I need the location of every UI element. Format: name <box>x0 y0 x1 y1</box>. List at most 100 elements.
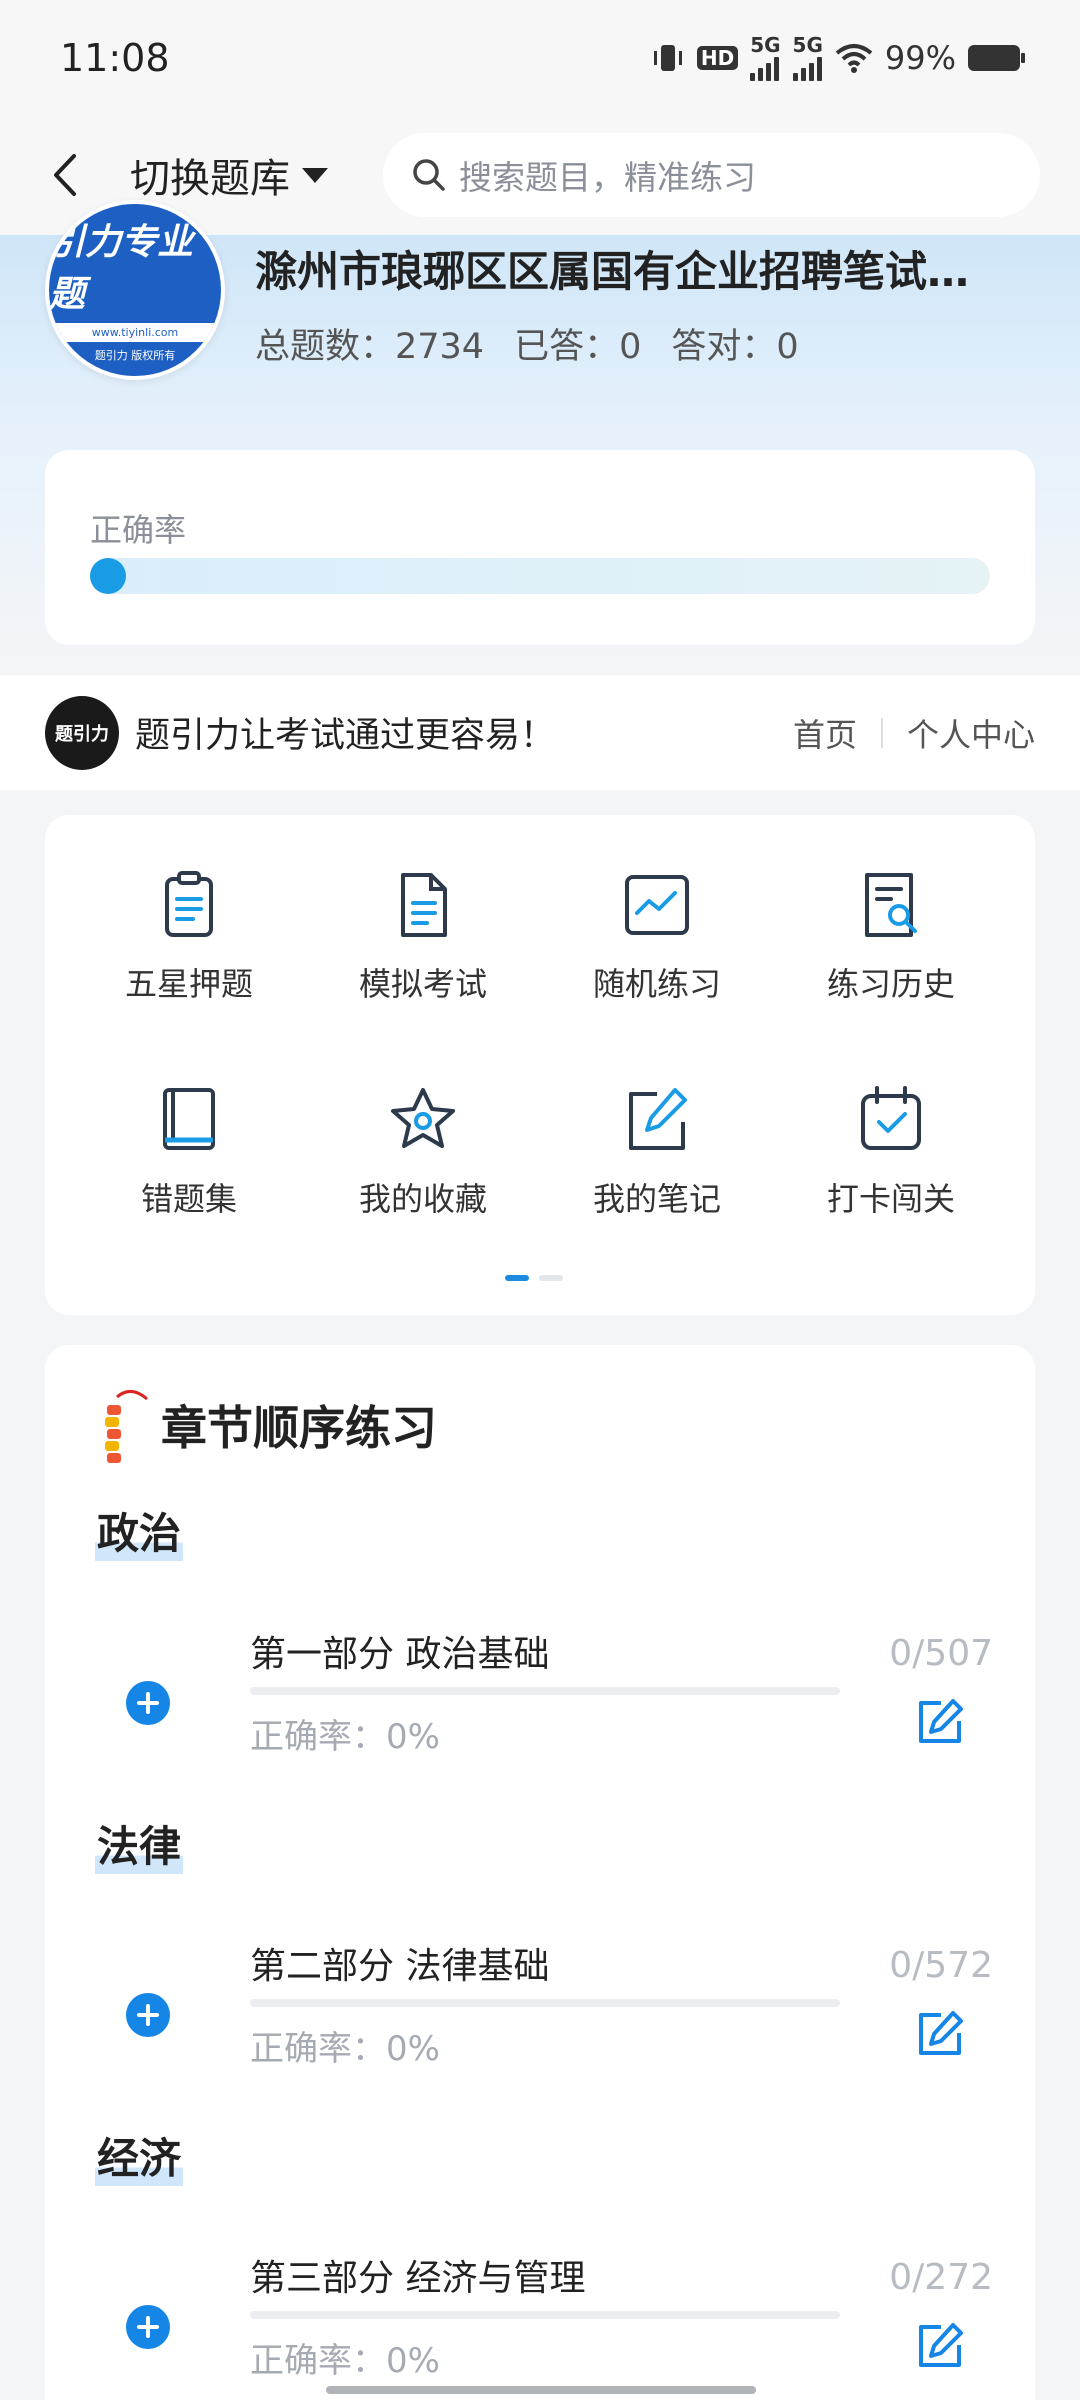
section-heading: 经济 <box>95 2125 184 2186</box>
status-icons: HD 5G 5G 99% <box>651 35 1025 81</box>
chapter-count: 0/572 <box>889 1945 993 1986</box>
firecracker-icon <box>105 1390 148 1463</box>
accuracy-card: 正确率 <box>45 450 1035 645</box>
chapter-header: 章节顺序练习 <box>95 1385 437 1465</box>
feature-mock-exam[interactable]: 模拟考试 <box>306 865 540 1005</box>
star-icon <box>391 1088 455 1148</box>
chapter-section-title: 章节顺序练习 <box>161 1401 437 1455</box>
switch-bank-dropdown[interactable]: 切换题库 <box>130 146 328 204</box>
page-dot <box>539 1275 563 1281</box>
logo-copyright: 题引力 版权所有 <box>94 349 176 362</box>
clipboard-list-icon <box>165 871 213 937</box>
chapter-count: 0/272 <box>889 2257 993 2298</box>
feature-grid: 五星押题 模拟考试 随机练习 练习历史 错题集 我的收藏 我的笔记 打卡闯关 <box>45 815 1035 1315</box>
feature-notes[interactable]: 我的笔记 <box>540 1080 774 1220</box>
logo-title: 引力专业题 <box>49 222 194 315</box>
plus-icon <box>137 2004 159 2026</box>
feature-favorites[interactable]: 我的收藏 <box>306 1080 540 1220</box>
bank-stats: 总题数：2734 已答：0 答对：0 <box>255 318 799 369</box>
feature-label: 模拟考试 <box>358 965 487 1003</box>
document-search-icon <box>865 873 917 937</box>
edit-icon[interactable] <box>915 2009 965 2059</box>
chapter-row[interactable]: 第一部分 政治基础 正确率：0% 0/507 <box>45 1625 1035 1785</box>
feature-five-star-questions[interactable]: 五星押题 <box>72 865 306 1005</box>
chapter-accuracy: 正确率：0% <box>250 1717 440 1757</box>
home-link[interactable]: 首页 <box>793 710 857 756</box>
section-heading: 政治 <box>95 1500 184 1561</box>
vibrate-icon <box>653 44 682 71</box>
profile-link[interactable]: 个人中心 <box>907 710 1035 756</box>
expand-button[interactable] <box>126 2305 170 2349</box>
back-button[interactable] <box>40 145 90 205</box>
signal-5g-icon: 5G <box>792 35 823 81</box>
battery-percent: 99% <box>884 38 956 77</box>
chapter-name: 第二部分 法律基础 <box>250 1946 550 1987</box>
chapter-progress-bar <box>250 1999 840 2007</box>
plus-icon <box>137 2316 159 2338</box>
feature-random-practice[interactable]: 随机练习 <box>540 865 774 1005</box>
book-icon <box>163 1088 215 1150</box>
feature-label: 我的收藏 <box>358 1180 487 1218</box>
hd-icon: HD <box>696 45 739 70</box>
edit-icon[interactable] <box>915 1697 965 1747</box>
feature-checkin[interactable]: 打卡闯关 <box>774 1080 1008 1220</box>
feature-label: 练习历史 <box>826 965 955 1003</box>
brand-logo: 题引力 <box>45 695 119 770</box>
correct-count: 答对：0 <box>671 327 799 367</box>
search-placeholder: 搜索题目，精准练习 <box>459 158 756 197</box>
accuracy-progress-knob <box>90 558 126 594</box>
page-dot-active <box>505 1275 529 1281</box>
chapter-name: 第三部分 经济与管理 <box>250 2258 586 2299</box>
bank-logo: 引力专业题 www.tiyinli.com 题引力 版权所有 <box>45 200 225 380</box>
status-bar: 11:08 HD 5G 5G 99% <box>0 0 1080 115</box>
search-icon <box>413 159 445 191</box>
chapter-accuracy: 正确率：0% <box>250 2029 440 2069</box>
feature-label: 打卡闯关 <box>826 1180 955 1218</box>
plus-icon <box>137 1692 159 1714</box>
line-chart-icon <box>625 875 689 935</box>
feature-wrong-questions[interactable]: 错题集 <box>72 1080 306 1220</box>
chapter-progress-bar <box>250 2311 840 2319</box>
slogan-links: 首页 个人中心 <box>793 710 1035 756</box>
battery-icon <box>968 44 1025 71</box>
slogan-bar: 题引力 题引力让考试通过更容易！ 首页 个人中心 <box>0 675 1080 790</box>
chapter-practice-card: 章节顺序练习 政治 第一部分 政治基础 正确率：0% 0/507 法律 第二部分… <box>45 1345 1035 2400</box>
expand-button[interactable] <box>126 1993 170 2037</box>
feature-row: 错题集 我的收藏 我的笔记 打卡闯关 <box>45 1080 1035 1220</box>
bank-title: 滁州市琅琊区区属国有企业招聘笔试… <box>255 247 970 296</box>
total-count: 总题数：2734 <box>255 327 485 367</box>
chapter-name: 第一部分 政治基础 <box>250 1634 550 1675</box>
chapter-progress-bar <box>250 1687 840 1695</box>
edit-note-icon <box>629 1088 687 1150</box>
slogan-text: 题引力让考试通过更容易！ <box>135 716 556 756</box>
chapter-accuracy: 正确率：0% <box>250 2341 440 2381</box>
chapter-row[interactable]: 第三部分 经济与管理 正确率：0% 0/272 <box>45 2249 1035 2400</box>
accuracy-progress-bar <box>90 558 990 594</box>
feature-label: 错题集 <box>140 1180 237 1218</box>
chapter-row[interactable]: 第二部分 法律基础 正确率：0% 0/572 <box>45 1937 1035 2097</box>
expand-button[interactable] <box>126 1681 170 1725</box>
search-input[interactable]: 搜索题目，精准练习 <box>383 133 1040 217</box>
chapter-count: 0/507 <box>889 1633 993 1674</box>
logo-url: www.tiyinli.com <box>49 323 221 342</box>
feature-label: 五星押题 <box>124 965 253 1003</box>
edit-icon[interactable] <box>915 2321 965 2371</box>
feature-practice-history[interactable]: 练习历史 <box>774 865 1008 1005</box>
feature-label: 随机练习 <box>592 965 721 1003</box>
accuracy-label: 正确率 <box>90 511 187 549</box>
signal-5g-icon: 5G <box>750 35 781 81</box>
section-heading: 法律 <box>95 1813 184 1874</box>
feature-label: 我的笔记 <box>592 1180 721 1218</box>
switch-bank-label: 切换题库 <box>130 156 290 202</box>
caret-down-icon <box>302 167 328 183</box>
document-icon <box>401 873 447 937</box>
answered-count: 已答：0 <box>514 327 642 367</box>
calendar-check-icon <box>861 1086 921 1150</box>
wifi-icon <box>835 43 873 73</box>
status-time: 11:08 <box>60 35 170 80</box>
chevron-left-icon <box>54 154 76 196</box>
home-indicator[interactable] <box>326 2386 756 2394</box>
page-indicator <box>505 1275 563 1281</box>
divider <box>880 717 883 748</box>
feature-row: 五星押题 模拟考试 随机练习 练习历史 <box>45 865 1035 1005</box>
